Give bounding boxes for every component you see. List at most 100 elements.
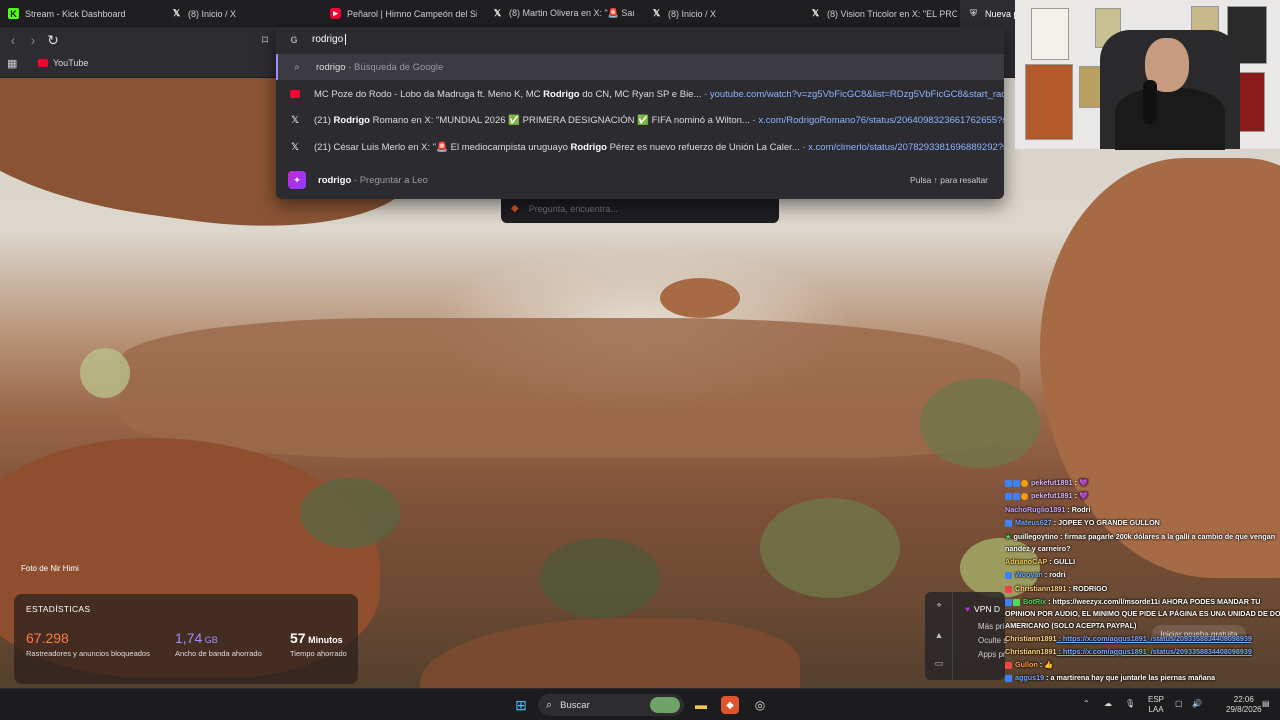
suggestion-separator: - [701, 88, 710, 100]
photo-credit[interactable]: Foto de Nir Himi [21, 564, 79, 573]
suggestion-title-pre: MC Poze do Rodo - Lobo da Madruga ft. Me… [314, 88, 544, 100]
leo-hint: Pulsa ↑ para resaltar [910, 175, 988, 185]
suggestion-separator: - [351, 174, 360, 186]
stat-label: Ancho de banda ahorrado [175, 649, 262, 658]
suggestion-url: youtube.com/watch?v=zg5VbFicGC8&list=RDz… [709, 88, 1004, 100]
suggestion-separator: - [345, 61, 355, 73]
ntp-search-placeholder: Pregunta, encuentra... [528, 203, 618, 214]
stat-time: 57 Minutos Tiempo ahorrado [290, 630, 347, 658]
chat-message: aggus19 : a martirena hay que juntarle l… [1005, 671, 1280, 684]
leo-label: Preguntar a Leo [359, 174, 428, 186]
suggestion-x-rodrigo-romano[interactable]: 𝕏 (21) Rodrigo Romano en X: "MUNDIAL 202… [276, 107, 1004, 133]
tab-x-vision-tricolor[interactable]: 𝕏 (8) Vision Tricolor en X: "EL PROBAB [802, 0, 957, 27]
cloud-icon[interactable]: ☁ [1104, 699, 1112, 709]
suggestion-url: x.com/clmerlo/status/2078293381696889292… [808, 141, 1004, 153]
x-icon: 𝕏 [652, 8, 661, 18]
suggestion-title-pre: (21) César Luis Merlo en X: "🚨 El medioc… [314, 141, 571, 153]
suggestion-google-search[interactable]: ⌕ rodrigo - Búsqueda de Google [276, 54, 1004, 80]
tab-kick-dashboard[interactable]: K Stream - Kick Dashboard [0, 0, 160, 27]
microphone [1143, 80, 1157, 124]
stat-value: 57 Minutos [290, 630, 343, 646]
wallpaper-bush [80, 348, 130, 398]
tab-new-private[interactable]: ⛨ Nueva pe [960, 0, 1015, 27]
microphone-icon[interactable]: 🎙 [1125, 699, 1135, 709]
stats-title: ESTADÍSTICAS [26, 604, 91, 614]
x-icon: 𝕏 [493, 8, 502, 18]
stream-chat-overlay: pekefut1891 : 💜 pekefut1891 : 💜 NachoRug… [1002, 476, 1280, 686]
obs-icon[interactable]: ◎ [751, 696, 769, 714]
vpn-sidebar: ⌖ ▲ ▭ [925, 592, 953, 680]
bookmark-youtube[interactable]: YouTube [38, 58, 88, 68]
x-icon: 𝕏 [172, 8, 181, 18]
apps-grid-icon[interactable]: ▦ [7, 58, 19, 70]
tab-youtube-penarol[interactable]: ▸ Peñarol | Himno Campeón del Siglo [322, 0, 477, 27]
reload-icon[interactable]: ↻ [45, 32, 61, 48]
language-indicator[interactable]: ESP LAA [1148, 695, 1164, 715]
warning-icon[interactable]: ▲ [933, 630, 945, 642]
taskbar-search[interactable]: ⌕ Buscar [538, 694, 684, 716]
wall-poster [1025, 64, 1073, 140]
wallpaper-rock [120, 318, 1020, 458]
chat-message: Christiann1891 : https://x.com/aggus1891… [1005, 634, 1252, 643]
leo-icon: ✦ [288, 171, 306, 189]
x-icon: 𝕏 [290, 114, 300, 126]
vpn-feature: Más pri [978, 622, 1005, 631]
suggestion-ask-leo[interactable]: ✦ rodrigo - Preguntar a Leo Pulsa ↑ para… [276, 167, 1004, 193]
wallpaper-bush [300, 478, 400, 548]
notifications-icon[interactable]: ▤ [1262, 699, 1270, 709]
back-arrow-icon[interactable]: ‹ [5, 32, 21, 48]
stat-label: Tiempo ahorrado [290, 649, 347, 658]
chat-message: Mateus627 : JOPEE YO GRANDE GULLON [1005, 516, 1280, 529]
network-icon[interactable]: ▢ [1175, 699, 1183, 709]
bookmark-label: YouTube [53, 58, 89, 68]
youtube-icon: ▸ [330, 8, 341, 19]
location-pin-icon[interactable]: ⌖ [933, 600, 945, 612]
tab-label: (8) Vision Tricolor en X: "EL PROBAB [827, 8, 957, 19]
chat-message: NachoRuglio1891 : Rodri [1005, 505, 1091, 514]
address-bar-value[interactable]: rodrigo [312, 35, 343, 46]
streamer-body [1115, 88, 1225, 150]
suggestion-title-pre: (21) [314, 114, 334, 126]
windows-start-icon[interactable]: ⊞ [512, 696, 530, 714]
x-icon: 𝕏 [811, 8, 820, 18]
suggestion-title-post: Pérez es nuevo refuerzo de Unión La Cale… [606, 141, 800, 153]
stat-value: 1,74 GB [175, 630, 218, 646]
chat-message: pekefut1891 : 💜 [1005, 489, 1280, 502]
video-icon[interactable]: ▭ [933, 658, 945, 670]
kick-icon: K [8, 8, 19, 19]
wallpaper-bush [540, 538, 660, 618]
brave-browser-icon[interactable]: ◆ [721, 696, 739, 714]
tab-x-inicio[interactable]: 𝕏 (8) Inicio / X [163, 0, 323, 27]
clock[interactable]: 22:06 29/8/2026 [1226, 695, 1262, 715]
tab-label: (8) Inicio / X [668, 8, 717, 19]
chat-message: AdrianoCAP : GULLI [1005, 557, 1076, 566]
tab-x-martin-olivera[interactable]: 𝕏 (8) Martin Olivera en X: "🚨 Santiago [484, 0, 634, 27]
forward-arrow-icon[interactable]: › [25, 32, 41, 48]
stat-label: Rastreadores y anuncios bloqueados [26, 649, 150, 658]
chat-link[interactable]: : https://x.com/aggus1891_/status/209335… [1057, 647, 1252, 656]
suggestion-query: rodrigo [316, 61, 346, 73]
stat-value: 67.298 [26, 630, 69, 646]
tab-label: (8) Martin Olivera en X: "🚨 Santiago [509, 8, 634, 18]
wallpaper-bush [760, 498, 900, 598]
chat-message: Christiann1891 : RODRIGO [1005, 582, 1280, 595]
suggestion-url: x.com/RodrigoRomano76/status/20640983236… [758, 114, 1004, 126]
volume-icon[interactable]: 🔊 [1192, 699, 1202, 709]
wallpaper-rock [660, 278, 740, 318]
shield-icon: ⛨ [970, 8, 977, 18]
tab-label: Stream - Kick Dashboard [25, 8, 126, 19]
chat-message: Gullon : 👍 [1005, 658, 1280, 671]
bookmark-icon[interactable]: ⌑ [257, 32, 273, 48]
suggestion-title-post: do CN, MC Ryan SP e Bie... [579, 88, 702, 100]
address-bar[interactable]: G rodrigo [276, 27, 1004, 53]
text-caret [345, 34, 347, 46]
file-explorer-icon[interactable]: ▬ [692, 696, 710, 714]
chat-link[interactable]: : https://x.com/aggus1891_/status/209335… [1057, 634, 1252, 643]
suggestion-youtube[interactable]: MC Poze do Rodo - Lobo da Madruga ft. Me… [276, 81, 1004, 107]
chat-message-continuation: nandez y carneiro? [1005, 544, 1071, 553]
chevron-up-icon[interactable]: ⌃ [1083, 699, 1090, 709]
youtube-icon [38, 59, 48, 67]
suggestion-x-cesar-merlo[interactable]: 𝕏 (21) César Luis Merlo en X: "🚨 El medi… [276, 134, 1004, 160]
tab-x-inicio-2[interactable]: 𝕏 (8) Inicio / X [643, 0, 793, 27]
suggestion-description: Búsqueda de Google [354, 61, 444, 73]
